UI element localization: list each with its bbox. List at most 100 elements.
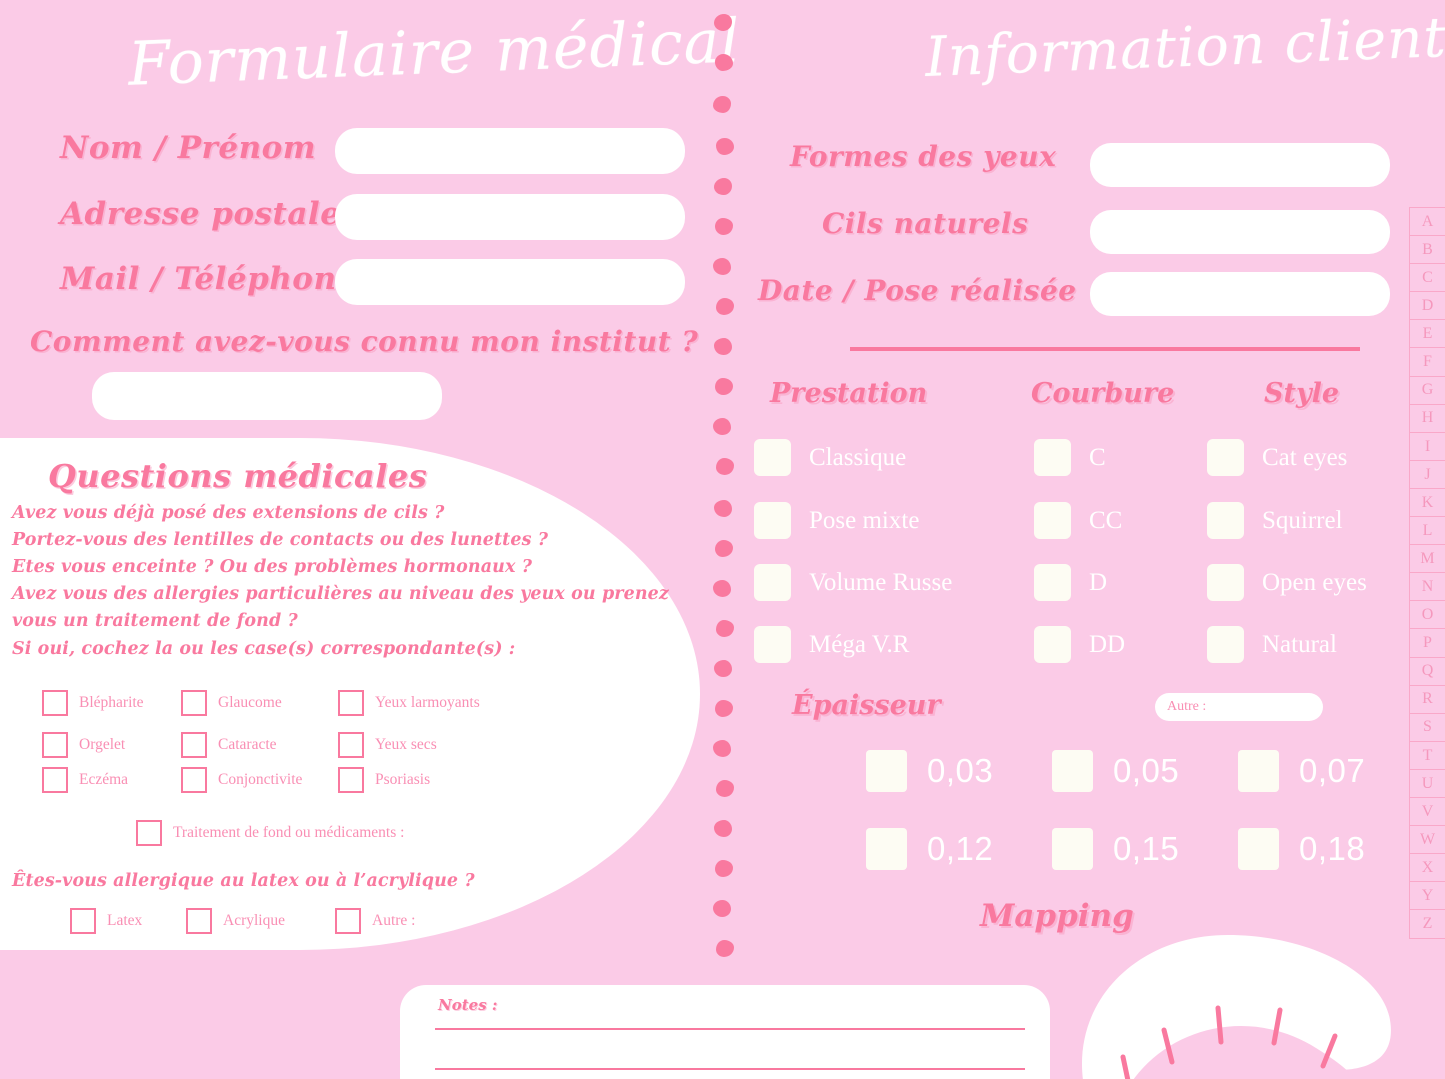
checkbox-icon[interactable] <box>181 690 207 716</box>
alpha-tab-s[interactable]: S <box>1409 712 1445 743</box>
checkbox-icon[interactable] <box>181 732 207 758</box>
checkbox-icon[interactable] <box>1207 502 1244 539</box>
checkbox-icon[interactable] <box>754 626 791 663</box>
alpha-tab-c[interactable]: C <box>1409 263 1445 293</box>
input-adresse-postale[interactable] <box>335 194 685 240</box>
checkbox-icon[interactable] <box>1034 502 1071 539</box>
checkbox-icon[interactable] <box>338 767 364 793</box>
option-courbure-dd[interactable]: DD <box>1034 626 1125 663</box>
checkbox-icon[interactable] <box>70 908 96 934</box>
alpha-tab-n[interactable]: N <box>1409 572 1445 602</box>
alpha-tab-f[interactable]: F <box>1409 347 1445 378</box>
checkbox-icon[interactable] <box>1207 564 1244 601</box>
allergy-acrylique[interactable]: Acrylique <box>186 908 285 934</box>
condition-orgelet[interactable]: Orgelet <box>42 732 125 758</box>
option-courbure-cc[interactable]: CC <box>1034 502 1122 539</box>
alpha-tab-w[interactable]: W <box>1409 825 1445 855</box>
alpha-tab-x[interactable]: X <box>1409 853 1445 883</box>
input-date-pose-realisee[interactable] <box>1090 272 1390 316</box>
option-courbure-c[interactable]: C <box>1034 439 1106 476</box>
option-style-cat-eyes[interactable]: Cat eyes <box>1207 439 1347 476</box>
alpha-tab-v[interactable]: V <box>1409 796 1445 827</box>
checkbox-icon[interactable] <box>42 690 68 716</box>
alpha-tab-h[interactable]: H <box>1409 403 1445 434</box>
checkbox-icon[interactable] <box>1034 439 1071 476</box>
checkbox-icon[interactable] <box>866 750 907 792</box>
input-mail-telephone[interactable] <box>335 259 685 305</box>
checkbox-icon[interactable] <box>1034 564 1071 601</box>
condition-conjonctivite[interactable]: Conjonctivite <box>181 767 302 793</box>
condition-psoriasis[interactable]: Psoriasis <box>338 767 430 793</box>
condition-traitement-de-fond[interactable]: Traitement de fond ou médicaments : <box>136 820 404 846</box>
alpha-tab-e[interactable]: E <box>1409 319 1445 349</box>
condition-cataracte[interactable]: Cataracte <box>181 732 277 758</box>
alpha-tab-u[interactable]: U <box>1409 768 1445 799</box>
thickness-005[interactable]: 0,05 <box>1052 750 1179 792</box>
input-formes-des-yeux[interactable] <box>1090 143 1390 187</box>
checkbox-icon[interactable] <box>136 820 162 846</box>
alpha-tab-a[interactable]: A <box>1409 207 1445 237</box>
checkbox-icon[interactable] <box>866 828 907 870</box>
divider-dot-icon <box>714 820 732 837</box>
condition-yeux-secs[interactable]: Yeux secs <box>338 732 437 758</box>
option-courbure-d[interactable]: D <box>1034 564 1107 601</box>
eye-lash-mapping-diagram[interactable] <box>1078 930 1418 1079</box>
alpha-tab-r[interactable]: R <box>1409 684 1445 715</box>
option-prestation-classique[interactable]: Classique <box>754 439 906 476</box>
thickness-007[interactable]: 0,07 <box>1238 750 1365 792</box>
checkbox-icon[interactable] <box>1238 828 1279 870</box>
checkbox-icon[interactable] <box>754 439 791 476</box>
notes-card[interactable] <box>400 985 1050 1079</box>
alpha-tab-m[interactable]: M <box>1409 544 1445 574</box>
input-nom-prenom[interactable] <box>335 128 685 174</box>
checkbox-icon[interactable] <box>754 502 791 539</box>
input-cils-naturels[interactable] <box>1090 210 1390 254</box>
alpha-tab-j[interactable]: J <box>1409 459 1445 490</box>
option-prestation-volume-russe[interactable]: Volume Russe <box>754 564 952 601</box>
checkbox-icon[interactable] <box>338 690 364 716</box>
condition-blepharite[interactable]: Blépharite <box>42 690 144 716</box>
alpha-tab-l[interactable]: L <box>1409 516 1445 546</box>
alpha-tab-i[interactable]: I <box>1409 431 1445 462</box>
condition-glaucome[interactable]: Glaucome <box>181 690 282 716</box>
option-prestation-mega-vr[interactable]: Méga V.R <box>754 626 909 663</box>
checkbox-icon[interactable] <box>1052 828 1093 870</box>
checkbox-icon[interactable] <box>186 908 212 934</box>
alpha-tab-y[interactable]: Y <box>1409 881 1445 911</box>
checkbox-icon[interactable] <box>338 732 364 758</box>
checkbox-icon[interactable] <box>181 767 207 793</box>
checkbox-icon[interactable] <box>1207 439 1244 476</box>
checkbox-icon[interactable] <box>335 908 361 934</box>
option-style-squirrel[interactable]: Squirrel <box>1207 502 1343 539</box>
alpha-tab-d[interactable]: D <box>1409 291 1445 321</box>
condition-yeux-larmoyants[interactable]: Yeux larmoyants <box>338 690 480 716</box>
alpha-tab-b[interactable]: B <box>1409 235 1445 265</box>
thickness-003[interactable]: 0,03 <box>866 750 993 792</box>
condition-label: Blépharite <box>79 694 144 711</box>
alpha-tab-k[interactable]: K <box>1409 487 1445 518</box>
allergy-autre[interactable]: Autre : <box>335 908 415 934</box>
checkbox-icon[interactable] <box>754 564 791 601</box>
option-prestation-pose-mixte[interactable]: Pose mixte <box>754 502 919 539</box>
option-style-open-eyes[interactable]: Open eyes <box>1207 564 1367 601</box>
checkbox-icon[interactable] <box>1238 750 1279 792</box>
allergy-latex[interactable]: Latex <box>70 908 142 934</box>
alpha-tab-g[interactable]: G <box>1409 375 1445 406</box>
checkbox-icon[interactable] <box>1034 626 1071 663</box>
alpha-tab-q[interactable]: Q <box>1409 656 1445 687</box>
input-referral[interactable] <box>92 372 442 420</box>
alpha-tab-t[interactable]: T <box>1409 740 1445 771</box>
alpha-tab-p[interactable]: P <box>1409 628 1445 658</box>
option-style-natural[interactable]: Natural <box>1207 626 1337 663</box>
checkbox-icon[interactable] <box>1207 626 1244 663</box>
thickness-012[interactable]: 0,12 <box>866 828 993 870</box>
checkbox-icon[interactable] <box>42 732 68 758</box>
alpha-tab-z[interactable]: Z <box>1409 909 1445 939</box>
checkbox-icon[interactable] <box>42 767 68 793</box>
thickness-015[interactable]: 0,15 <box>1052 828 1179 870</box>
thickness-018[interactable]: 0,18 <box>1238 828 1365 870</box>
condition-eczema[interactable]: Eczéma <box>42 767 128 793</box>
input-autre-epaisseur[interactable]: Autre : <box>1155 693 1323 721</box>
checkbox-icon[interactable] <box>1052 750 1093 792</box>
alpha-tab-o[interactable]: O <box>1409 600 1445 630</box>
